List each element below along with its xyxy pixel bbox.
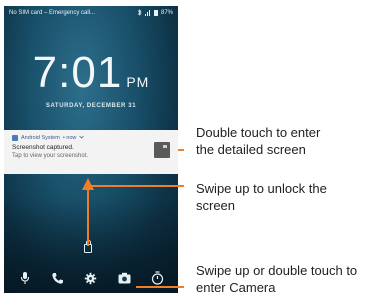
- callout-camera: Swipe up or double touch to enter Camera: [196, 263, 358, 295]
- battery-percent: 87%: [160, 10, 173, 16]
- notification-text: Tap to view your screenshot.: [12, 153, 89, 159]
- microphone-icon[interactable]: [17, 270, 33, 286]
- status-bar: No SIM card – Emergency call... 87%: [4, 6, 178, 20]
- callout-unlock: Swipe up to unlock the screen: [196, 181, 327, 213]
- camera-icon[interactable]: [116, 270, 132, 286]
- bluetooth-icon: [137, 8, 142, 18]
- notification-time: • now: [62, 135, 77, 141]
- notification-app-name: Android System: [21, 135, 60, 141]
- clock-ampm: PM: [126, 74, 150, 90]
- screenshot-thumbnail[interactable]: [154, 142, 170, 158]
- clock-date: SATURDAY, DECEMBER 31: [45, 103, 137, 109]
- notification-header: Android System • now: [12, 135, 170, 141]
- notification-card[interactable]: Android System • now Screenshot captured…: [4, 130, 178, 174]
- chevron-down-icon[interactable]: [79, 135, 85, 141]
- timer-icon[interactable]: [149, 270, 165, 286]
- settings-icon[interactable]: [83, 270, 99, 286]
- android-system-icon: [12, 135, 18, 141]
- lock-icon[interactable]: [84, 240, 92, 253]
- battery-icon: [153, 10, 158, 16]
- callout-notification: Double touch to enter the detailed scree…: [196, 125, 321, 157]
- lockscreen-shortcuts: [4, 268, 178, 288]
- notification-title: Screenshot captured.: [12, 144, 74, 151]
- clock: 7:01 PM: [4, 48, 178, 98]
- status-icons: 87%: [137, 8, 173, 18]
- carrier-text: No SIM card – Emergency call...: [9, 10, 96, 16]
- clock-time: 7:01: [32, 48, 123, 97]
- phone-icon[interactable]: [50, 270, 66, 286]
- phone-lock-screen: No SIM card – Emergency call... 87% 7:01…: [4, 6, 178, 293]
- signal-icon: [144, 10, 151, 16]
